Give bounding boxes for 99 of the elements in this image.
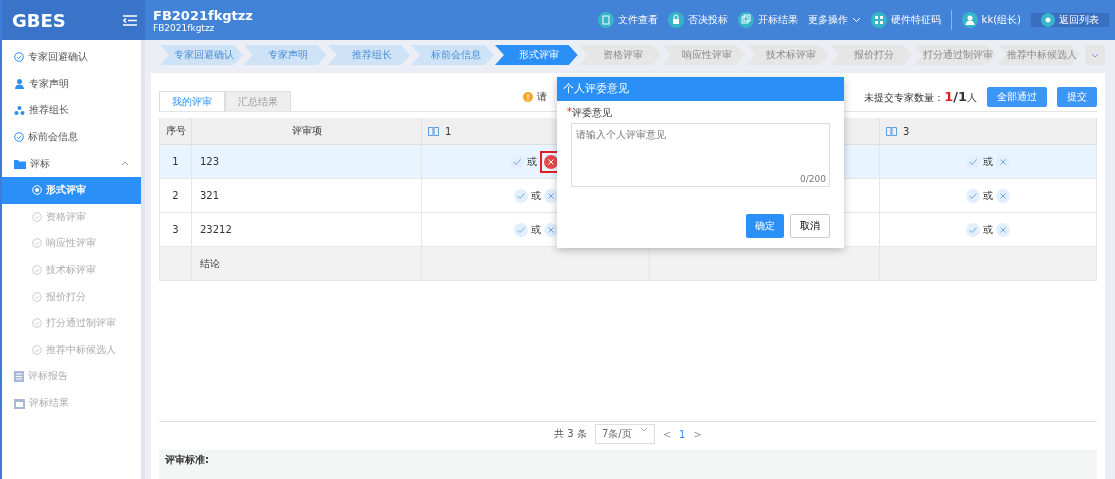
user-icon bbox=[961, 12, 978, 28]
radio-icon bbox=[32, 185, 42, 196]
step-tab[interactable]: 打分通过制评审 bbox=[913, 45, 997, 65]
or-label: 或 bbox=[530, 222, 541, 237]
step-tab[interactable]: 标前会信息 bbox=[411, 45, 494, 65]
back-button[interactable]: 返回列表 bbox=[1031, 13, 1109, 27]
table-cell: 结论 bbox=[192, 247, 422, 281]
sidebar-item[interactable]: 形式评审 bbox=[2, 176, 141, 204]
or-label: 或 bbox=[983, 188, 993, 203]
or-label: 或 bbox=[983, 222, 993, 237]
pending-label: 未提交专家数量： bbox=[864, 91, 945, 105]
close-icon[interactable] bbox=[543, 222, 558, 237]
required-mark: * bbox=[567, 106, 572, 119]
folder-icon bbox=[14, 158, 26, 169]
user-menu[interactable]: kk(组长) bbox=[961, 12, 1021, 28]
lock-icon bbox=[667, 12, 684, 28]
confirm-button[interactable]: 确定 bbox=[746, 214, 784, 238]
cancel-button[interactable]: 取消 bbox=[790, 214, 830, 238]
pending-total: /1 bbox=[953, 89, 967, 104]
project-title: FB2021fkgtzz bbox=[153, 7, 254, 23]
pending-count: 1 bbox=[944, 89, 954, 104]
field-label: 评委意见 bbox=[572, 106, 612, 120]
app-logo: GBES bbox=[12, 9, 66, 31]
sidebar-item[interactable]: 评标 bbox=[2, 150, 141, 177]
toolbar-button[interactable]: 硬件特征码 bbox=[870, 12, 941, 28]
document-icon bbox=[14, 370, 24, 382]
check-icon[interactable] bbox=[513, 188, 528, 203]
check-icon[interactable] bbox=[513, 222, 528, 237]
chevron-down-icon bbox=[1091, 52, 1100, 58]
sidebar-item[interactable]: 专家回避确认 bbox=[2, 44, 141, 71]
info-icon bbox=[523, 92, 533, 102]
toolbar-button[interactable]: 文件查看 bbox=[597, 12, 658, 28]
check-circle-icon bbox=[32, 238, 42, 249]
book-icon bbox=[886, 126, 897, 136]
char-counter: 0/200 bbox=[800, 174, 826, 184]
page-size-select[interactable]: 7条/页 bbox=[594, 424, 655, 444]
close-icon[interactable] bbox=[996, 188, 1010, 203]
or-label: 或 bbox=[526, 154, 537, 169]
check-circle-icon bbox=[32, 344, 42, 355]
column-header: 3 bbox=[903, 125, 910, 137]
toolbar-button[interactable]: 否决投标 bbox=[667, 12, 728, 28]
grid-icon bbox=[870, 12, 887, 28]
close-icon[interactable] bbox=[996, 222, 1010, 237]
column-header: 1 bbox=[445, 125, 452, 137]
more-menu[interactable]: 更多操作 bbox=[807, 13, 861, 27]
column-header: 评审项 bbox=[192, 118, 422, 145]
person-icon bbox=[14, 78, 25, 90]
table-cell: 2 bbox=[160, 179, 192, 213]
step-tab[interactable]: 推荐组长 bbox=[327, 45, 411, 65]
dialog-title: 个人评委意见 bbox=[557, 77, 844, 101]
prev-page-button[interactable]: < bbox=[662, 428, 672, 440]
chevron-down-icon bbox=[851, 17, 861, 23]
sidebar-item[interactable]: 推荐组长 bbox=[2, 97, 141, 124]
sidebar-item[interactable]: 标前会信息 bbox=[2, 123, 141, 151]
step-tab[interactable]: 专家回避确认 bbox=[160, 45, 243, 65]
sidebar-item[interactable]: 专家声明 bbox=[2, 70, 141, 98]
column-header: 序号 bbox=[160, 118, 192, 145]
check-circle-icon bbox=[32, 211, 42, 222]
table-cell: 123 bbox=[192, 145, 422, 179]
total-count: 共 3 条 bbox=[554, 427, 587, 441]
table-cell: 321 bbox=[192, 179, 422, 213]
check-circle-icon bbox=[32, 265, 42, 276]
close-icon[interactable] bbox=[543, 188, 558, 203]
step-tab[interactable]: 推荐中标候选人 bbox=[997, 45, 1081, 65]
or-label: 或 bbox=[530, 188, 541, 203]
tab[interactable]: 汇总结果 bbox=[225, 91, 291, 111]
criteria-title: 评审标准: bbox=[165, 454, 209, 465]
check-circle-icon bbox=[32, 291, 42, 302]
check-circle-icon bbox=[14, 132, 24, 143]
check-circle-icon bbox=[14, 52, 24, 63]
pending-unit: 人 bbox=[967, 91, 977, 105]
back-icon bbox=[1041, 13, 1055, 27]
copy-icon bbox=[737, 12, 754, 28]
check-icon[interactable] bbox=[966, 222, 980, 237]
step-tab[interactable]: 响应性评审 bbox=[662, 45, 746, 65]
action-button[interactable]: 提交 bbox=[1057, 87, 1097, 107]
step-tab[interactable]: 资格评审 bbox=[578, 45, 662, 65]
chevron-down-icon bbox=[639, 427, 648, 432]
page-button[interactable]: 1 bbox=[679, 428, 686, 440]
or-label: 或 bbox=[983, 154, 993, 169]
table-cell: 1 bbox=[160, 145, 192, 179]
check-circle-icon bbox=[32, 318, 42, 329]
document-icon bbox=[597, 12, 614, 28]
step-tab[interactable]: 形式评审 bbox=[494, 45, 578, 65]
chevron-icon bbox=[121, 161, 129, 167]
step-tab[interactable]: 专家声明 bbox=[243, 45, 327, 65]
step-tab[interactable]: 技术标评审 bbox=[746, 45, 829, 65]
tab[interactable]: 我的评审 bbox=[159, 91, 225, 111]
toolbar-button[interactable]: 开标结果 bbox=[737, 12, 798, 28]
group-icon bbox=[14, 105, 25, 116]
calendar-icon bbox=[14, 397, 25, 409]
book-icon bbox=[428, 126, 439, 136]
action-button[interactable]: 全部通过 bbox=[987, 87, 1047, 107]
menu-icon[interactable] bbox=[123, 14, 137, 26]
notice-text: 请 bbox=[537, 90, 547, 104]
next-page-button[interactable]: > bbox=[693, 428, 702, 440]
project-code: FB2021fkgtzz bbox=[153, 22, 215, 33]
step-tab[interactable]: 报价打分 bbox=[829, 45, 913, 65]
check-icon[interactable] bbox=[966, 188, 980, 203]
